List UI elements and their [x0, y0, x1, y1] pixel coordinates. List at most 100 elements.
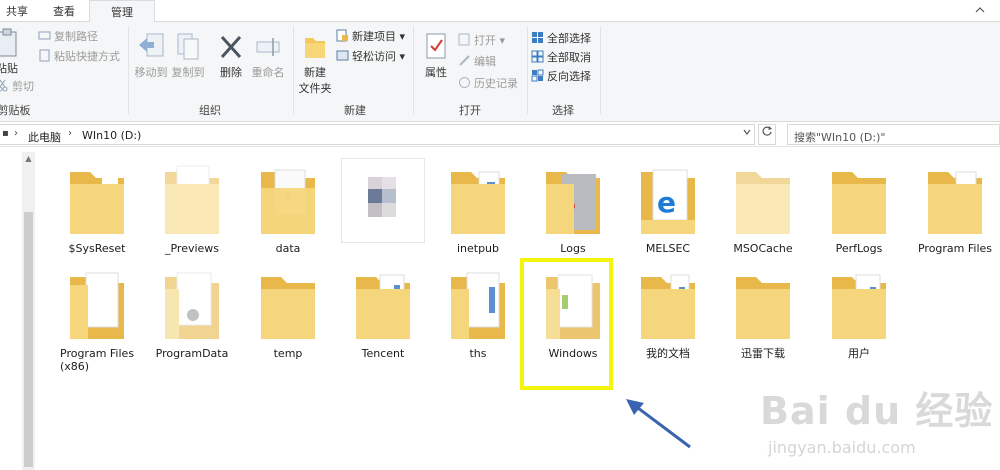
scrollbar-thumb[interactable]	[24, 212, 33, 467]
computer-icon: ▪	[2, 128, 9, 139]
chevron-right-icon[interactable]: ›	[14, 128, 18, 139]
copy-path-button[interactable]: 复制路径	[38, 28, 98, 46]
folder-icon	[261, 277, 315, 339]
folder-label: $SysReset	[68, 242, 126, 255]
copy-path-label: 复制路径	[54, 30, 98, 43]
collapse-ribbon-icon[interactable]	[974, 4, 986, 16]
folder-item[interactable]: _Previews	[147, 160, 237, 260]
open-label: 打开	[474, 34, 496, 47]
folder-label: temp	[273, 347, 303, 360]
folder-icon	[736, 277, 790, 339]
new-group-label: 新建	[344, 104, 366, 117]
move-to-button[interactable]: 移动到	[133, 32, 169, 80]
group-divider	[413, 26, 414, 114]
history-label: 历史记录	[474, 77, 518, 90]
paste-shortcut-button[interactable]: 粘贴快捷方式	[38, 48, 120, 66]
breadcrumb-this-pc[interactable]: 此电脑	[28, 129, 61, 145]
folder-label: 迅雷下载	[741, 347, 785, 360]
edit-pencil-icon	[458, 54, 471, 67]
folder-item[interactable]: Program Files	[910, 160, 1000, 260]
easy-access-button[interactable]: 轻松访问 ▾	[336, 48, 405, 66]
folder-item[interactable]: temp	[243, 265, 333, 365]
scroll-up-icon[interactable]: ▲	[22, 152, 35, 165]
folder-item[interactable]: 迅雷下载	[718, 265, 808, 365]
folder-icon	[546, 172, 600, 234]
rename-label: 重命名	[251, 66, 285, 79]
open-button[interactable]: 打开 ▾	[458, 32, 505, 50]
new-folder-button[interactable]: 新建 文件夹	[297, 32, 333, 96]
folder-item[interactable]: PerfLogs	[814, 160, 904, 260]
folder-item[interactable]: inetpub	[433, 160, 523, 260]
paste-shortcut-icon	[38, 49, 51, 62]
folder-item[interactable]: $SysReset	[52, 160, 142, 260]
folder-icon	[261, 169, 315, 234]
annotation-arrow-icon	[626, 399, 691, 449]
copy-path-icon	[38, 29, 51, 42]
search-placeholder: 搜索"WIn10 (D:)"	[794, 131, 886, 144]
cut-button[interactable]: 剪切	[0, 78, 34, 96]
copy-to-label: 复制到	[171, 66, 205, 79]
edit-button[interactable]: 编辑	[458, 53, 496, 71]
select-none-button[interactable]: 全部取消	[531, 49, 591, 67]
folder-item[interactable]: Logs	[528, 160, 618, 260]
folder-label: _Previews	[164, 242, 220, 255]
delete-label: 删除	[220, 66, 242, 79]
folder-icon	[356, 274, 410, 339]
search-input[interactable]: 搜索"WIn10 (D:)"	[787, 124, 1000, 145]
folder-item[interactable]: Program Files (x86)	[52, 265, 142, 373]
select-all-label: 全部选择	[547, 32, 591, 45]
folder-icon	[641, 274, 695, 339]
clipboard-icon	[0, 28, 17, 57]
breadcrumb-drive[interactable]: WIn10 (D:)	[82, 129, 141, 142]
chevron-right-icon[interactable]: ›	[68, 128, 72, 139]
delete-button[interactable]: 删除	[215, 32, 247, 80]
select-all-button[interactable]: 全部选择	[531, 30, 591, 48]
folder-item[interactable]: ths	[433, 265, 523, 365]
copy-to-button[interactable]: 复制到	[170, 32, 206, 80]
folder-item[interactable]: data	[243, 160, 333, 260]
folder-item[interactable]: e MELSEC	[623, 160, 713, 260]
address-bar[interactable]: ▪ › 此电脑 › WIn10 (D:)	[0, 124, 755, 145]
tab-share[interactable]: 共享	[0, 0, 34, 22]
folder-item[interactable]: Tencent	[338, 265, 428, 365]
group-divider	[128, 26, 129, 114]
paste-button[interactable]: 粘贴	[0, 28, 22, 76]
folder-label: ProgramData	[155, 347, 229, 360]
invert-selection-button[interactable]: 反向选择	[531, 68, 591, 86]
folder-label: Logs	[560, 242, 586, 255]
address-dropdown-icon[interactable]	[738, 125, 756, 144]
edit-label: 编辑	[474, 55, 496, 68]
paste-label: 粘贴	[0, 62, 18, 75]
rename-icon	[256, 38, 280, 56]
group-divider	[527, 26, 528, 114]
easy-access-label: 轻松访问	[352, 50, 396, 63]
folder-icon	[165, 272, 219, 339]
rename-button[interactable]: 重命名	[250, 32, 286, 80]
folder-item[interactable]: ProgramData	[147, 265, 237, 365]
scissors-icon	[0, 79, 9, 92]
new-item-button[interactable]: 新建项目 ▾	[336, 28, 405, 46]
blurred-file-thumbnail[interactable]	[341, 158, 425, 243]
folder-icon	[832, 172, 886, 234]
svg-text:e: e	[657, 186, 676, 219]
easy-access-icon	[336, 49, 349, 62]
folder-item[interactable]: 我的文档	[623, 265, 713, 365]
address-row: ▪ › 此电脑 › WIn10 (D:) 搜索"WIn10 (D:)"	[0, 123, 1000, 147]
history-button[interactable]: 历史记录	[458, 75, 518, 93]
properties-button[interactable]: 属性	[418, 32, 454, 80]
folder-label: MELSEC	[645, 242, 691, 255]
folder-label: data	[275, 242, 301, 255]
folder-item[interactable]: 用户	[814, 265, 904, 365]
new-folder-icon	[305, 38, 325, 58]
organize-group-label: 组织	[199, 104, 221, 117]
paste-shortcut-label: 粘贴快捷方式	[54, 50, 120, 63]
tab-view[interactable]: 查看	[44, 0, 84, 22]
watermark-url: jingyan.baidu.com	[768, 438, 916, 457]
folder-label: 我的文档	[646, 347, 690, 360]
folder-icon	[832, 274, 886, 339]
history-icon	[458, 76, 471, 89]
folder-item[interactable]: MSOCache	[718, 160, 808, 260]
nav-scrollbar[interactable]: ▲	[22, 152, 35, 470]
refresh-icon[interactable]	[758, 124, 776, 145]
tab-manage[interactable]: 管理	[89, 0, 155, 23]
